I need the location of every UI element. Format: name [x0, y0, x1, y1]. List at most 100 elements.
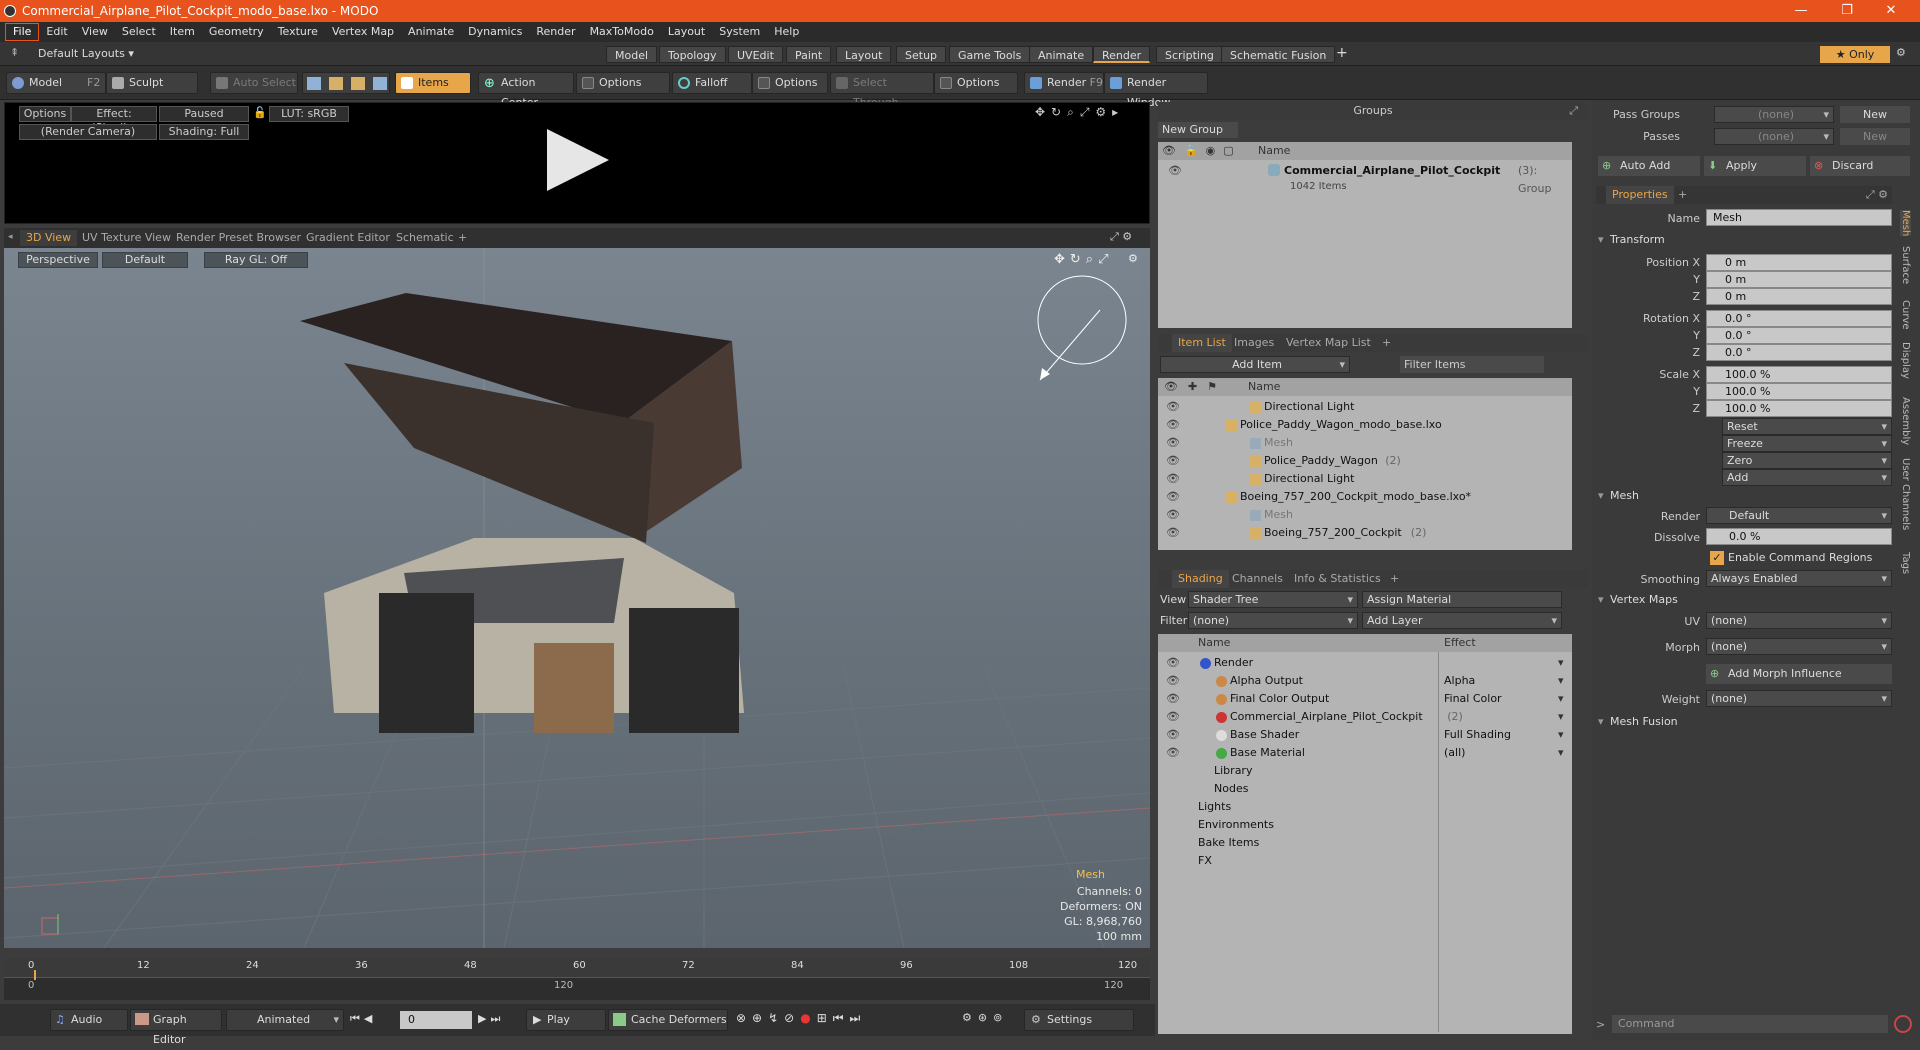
play-button[interactable]: ▶ Play — [526, 1009, 606, 1031]
shader-item[interactable]: 👁 Commercial_Airplane_Pilot_Cockpit (2) ▾ — [1158, 708, 1572, 726]
menu-file[interactable]: File — [5, 23, 40, 41]
select-through-options-button[interactable]: Options — [934, 72, 1018, 94]
list-item[interactable]: 👁 Directional Light — [1158, 470, 1572, 488]
perspective-dropdown[interactable]: Perspective — [18, 252, 98, 268]
auto-select-button[interactable]: Auto Select — [210, 72, 298, 94]
tab-gradient-editor[interactable]: Gradient Editor — [300, 230, 396, 246]
timeline-playhead[interactable] — [34, 970, 36, 980]
transform-scale-field[interactable]: 100.0 % — [1706, 400, 1892, 417]
camera-dropdown[interactable]: (Render Camera) — [19, 124, 157, 140]
menu-help[interactable]: Help — [767, 22, 806, 42]
tab-layout[interactable]: Layout — [836, 46, 892, 63]
transform-section[interactable]: Transform — [1596, 232, 1892, 248]
shader-tree[interactable]: Name Effect 👁 Render ▾ 👁 Alpha Output Alpha ▾ 👁 F… — [1158, 634, 1572, 1034]
shader-item[interactable]: 👁 Render ▾ — [1158, 654, 1572, 672]
tab-setup[interactable]: Setup — [896, 46, 947, 63]
menu-system[interactable]: System — [712, 22, 767, 42]
transform-position-field[interactable]: 0 m — [1706, 254, 1892, 271]
minimize-icon[interactable]: — — [1786, 0, 1816, 22]
prev-key-icons[interactable]: ⏮◀ — [350, 1012, 376, 1026]
tab-3d-view[interactable]: 3D View — [20, 230, 78, 246]
visibility-icon[interactable]: 👁 — [1166, 416, 1180, 434]
add-shading-tab-icon[interactable]: + — [1384, 570, 1405, 588]
effect-dropdown-icon[interactable]: ▾ — [1558, 654, 1564, 672]
tab-animate[interactable]: Animate — [1029, 46, 1094, 63]
command-stop-icon[interactable] — [1894, 1015, 1912, 1033]
side-tab-surface[interactable]: Surface — [1900, 246, 1911, 284]
shader-item[interactable]: Bake Items — [1158, 834, 1572, 852]
sculpt-mode-button[interactable]: Sculpt — [106, 72, 198, 94]
shader-item[interactable]: Lights — [1158, 798, 1572, 816]
menu-render[interactable]: Render — [529, 22, 582, 42]
vertex-mode-icon[interactable] — [307, 77, 321, 90]
menu-geometry[interactable]: Geometry — [202, 22, 271, 42]
groups-list[interactable]: 👁🔒◉▢ Name 👁 Commercial_Airplane_Pilot_Coc… — [1158, 142, 1572, 328]
weight-dropdown[interactable]: (none) — [1706, 690, 1892, 707]
visibility-icon[interactable]: 👁 — [1166, 654, 1180, 672]
filter-items-input[interactable]: Filter Items — [1400, 356, 1544, 373]
render-dropdown[interactable]: Default — [1706, 507, 1892, 524]
tab-render[interactable]: Render — [1093, 46, 1151, 63]
menu-select[interactable]: Select — [115, 22, 163, 42]
menu-dynamics[interactable]: Dynamics — [461, 22, 529, 42]
key-filter-icons[interactable]: ⚙⊛⊚ — [962, 1011, 1008, 1024]
items-mode-button[interactable]: Items — [395, 72, 471, 94]
transform-position-field[interactable]: 0 m — [1706, 271, 1892, 288]
preview-options-button[interactable]: Options — [19, 106, 71, 122]
menu-texture[interactable]: Texture — [271, 22, 325, 42]
transform-position-field[interactable]: 0 m — [1706, 288, 1892, 305]
smoothing-dropdown[interactable]: Always Enabled — [1706, 570, 1892, 587]
visibility-icon[interactable]: 👁 — [1166, 452, 1180, 470]
side-tab-tags[interactable]: Tags — [1900, 552, 1911, 574]
menu-edit[interactable]: Edit — [39, 22, 74, 42]
groups-expand-icon[interactable]: ⤢ — [1569, 102, 1578, 120]
edge-mode-icon[interactable] — [329, 77, 343, 90]
mesh-fusion-section[interactable]: Mesh Fusion — [1596, 714, 1892, 730]
tab-game-tools[interactable]: Game Tools — [949, 46, 1031, 63]
camera-gizmo-icon[interactable] — [1020, 270, 1130, 390]
close-icon[interactable]: ✕ — [1876, 0, 1906, 22]
transform-scale-field[interactable]: 100.0 % — [1706, 366, 1892, 383]
visibility-icon[interactable]: 👁 — [1166, 506, 1180, 524]
shading-filter-dropdown[interactable]: (none) — [1188, 612, 1358, 629]
visibility-icon[interactable]: 👁 — [1166, 524, 1180, 542]
visibility-icon[interactable]: 👁 — [1166, 488, 1180, 506]
action-center-options-button[interactable]: Options — [576, 72, 670, 94]
falloff-button[interactable]: Falloff — [672, 72, 752, 94]
graph-editor-button[interactable]: Graph Editor — [130, 1009, 222, 1046]
play-icon[interactable] — [543, 125, 613, 195]
enable-command-regions-checkbox[interactable]: ✓ Enable Command Regions — [1706, 549, 1892, 567]
tab-topology[interactable]: Topology — [659, 46, 726, 63]
apply-button[interactable]: ⬇ Apply — [1704, 156, 1806, 176]
cache-deformers-button[interactable]: Cache Deformers — [608, 1009, 728, 1031]
tab-channels[interactable]: Channels — [1226, 570, 1289, 588]
visibility-icon[interactable]: 👁 — [1168, 162, 1182, 180]
shader-item[interactable]: Library — [1158, 762, 1572, 780]
tab-info-statistics[interactable]: Info & Statistics — [1288, 570, 1387, 588]
list-item[interactable]: 👁 Boeing_757_200_Cockpit_modo_base.lxo* — [1158, 488, 1572, 506]
visibility-icon[interactable]: 👁 — [1166, 434, 1180, 452]
transform-action-reset[interactable]: Reset — [1722, 418, 1892, 435]
discard-button[interactable]: ⊗ Discard — [1810, 156, 1910, 176]
tab-schematic-fusion[interactable]: Schematic Fusion — [1221, 46, 1336, 63]
menu-vertex-map[interactable]: Vertex Map — [325, 22, 401, 42]
new-pass-group-button[interactable]: New — [1840, 106, 1910, 123]
visibility-icon[interactable]: 👁 — [1166, 708, 1180, 726]
properties-expand-icon[interactable]: ⤢ ⚙ — [1866, 186, 1888, 204]
tab-uv-texture-view[interactable]: UV Texture View — [76, 230, 177, 246]
model-mode-button[interactable]: Model F2 — [6, 72, 106, 94]
next-key-icons[interactable]: ▶⏭ — [478, 1012, 504, 1026]
transform-action-add[interactable]: Add — [1722, 469, 1892, 486]
lock-icon[interactable]: 🔓 — [253, 106, 267, 119]
visibility-icon[interactable]: 👁 — [1166, 690, 1180, 708]
visibility-icon[interactable]: 👁 — [1166, 726, 1180, 744]
transform-rotation-field[interactable]: 0.0 ° — [1706, 344, 1892, 361]
falloff-options-button[interactable]: Options — [752, 72, 828, 94]
mesh-section[interactable]: Mesh — [1596, 488, 1892, 504]
shader-item[interactable]: FX — [1158, 852, 1572, 870]
tab-paint[interactable]: Paint — [786, 46, 832, 63]
tab-shading[interactable]: Shading — [1172, 570, 1229, 588]
polygon-mode-icon[interactable] — [351, 77, 365, 90]
effect-dropdown-icon[interactable]: ▾ — [1558, 672, 1564, 690]
add-tab-icon[interactable]: + — [1336, 45, 1348, 61]
